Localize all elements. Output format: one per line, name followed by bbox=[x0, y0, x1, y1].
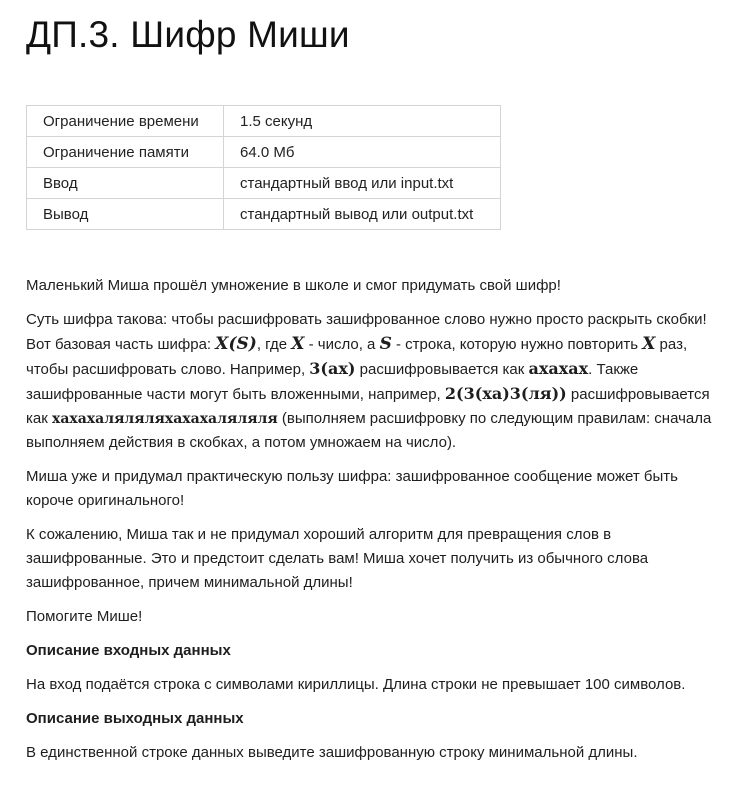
problem-statement: Маленький Миша прошёл умножение в школе … bbox=[26, 274, 726, 775]
formula-s: S bbox=[379, 334, 392, 354]
output-label: Вывод bbox=[26, 198, 224, 230]
table-row: Ввод стандартный ввод или input.txt bbox=[26, 167, 501, 199]
time-limit-label: Ограничение времени bbox=[26, 105, 224, 137]
rule-text-3: - число, а bbox=[304, 336, 380, 353]
limits-table: Ограничение времени 1.5 секунд Ограничен… bbox=[26, 105, 501, 230]
output-description: В единственной строке данных выведите за… bbox=[26, 744, 638, 761]
memory-limit-value: 64.0 Мб bbox=[223, 136, 501, 168]
formula-x-repeat: X bbox=[642, 334, 656, 354]
formula-example-1-result: axaxax bbox=[528, 359, 589, 378]
input-heading: Описание входных данных bbox=[26, 642, 231, 659]
formula-example-2-result: хахахаляляляхахахаляляля bbox=[51, 411, 278, 427]
time-limit-value: 1.5 секунд bbox=[223, 105, 501, 137]
rule-text-4: - строка, которую нужно повторить bbox=[391, 336, 643, 353]
formula-example-2: 2(3(xa)3(ля)) bbox=[444, 384, 567, 403]
table-row: Ограничение памяти 64.0 Мб bbox=[26, 136, 501, 168]
input-label: Ввод bbox=[26, 167, 224, 199]
table-row: Ограничение времени 1.5 секунд bbox=[26, 105, 501, 137]
table-row: Вывод стандартный вывод или output.txt bbox=[26, 198, 501, 230]
rule-text-2: , где bbox=[256, 336, 292, 353]
input-description: На вход подаётся строка с символами кири… bbox=[26, 676, 686, 693]
input-value: стандартный ввод или input.txt bbox=[223, 167, 501, 199]
formula-example-1: 3(ax) bbox=[309, 359, 356, 378]
usage-paragraph: Миша уже и придумал практическую пользу … bbox=[26, 468, 678, 509]
rule-text-6: расшифровывается как bbox=[355, 361, 529, 378]
rule-paragraph: Суть шифра такова: чтобы расшифровать за… bbox=[26, 308, 726, 455]
task-paragraph: К сожалению, Миша так и не придумал хоро… bbox=[26, 526, 649, 591]
output-heading: Описание выходных данных bbox=[26, 710, 244, 727]
page-title: ДП.3. Шифр Миши bbox=[26, 14, 350, 55]
output-value: стандартный вывод или output.txt bbox=[223, 198, 501, 230]
memory-limit-label: Ограничение памяти bbox=[26, 136, 224, 168]
help-paragraph: Помогите Мише! bbox=[26, 608, 143, 625]
formula-x: X bbox=[291, 334, 305, 354]
formula-base: X(S) bbox=[215, 334, 257, 354]
intro-paragraph: Маленький Миша прошёл умножение в школе … bbox=[26, 277, 561, 294]
